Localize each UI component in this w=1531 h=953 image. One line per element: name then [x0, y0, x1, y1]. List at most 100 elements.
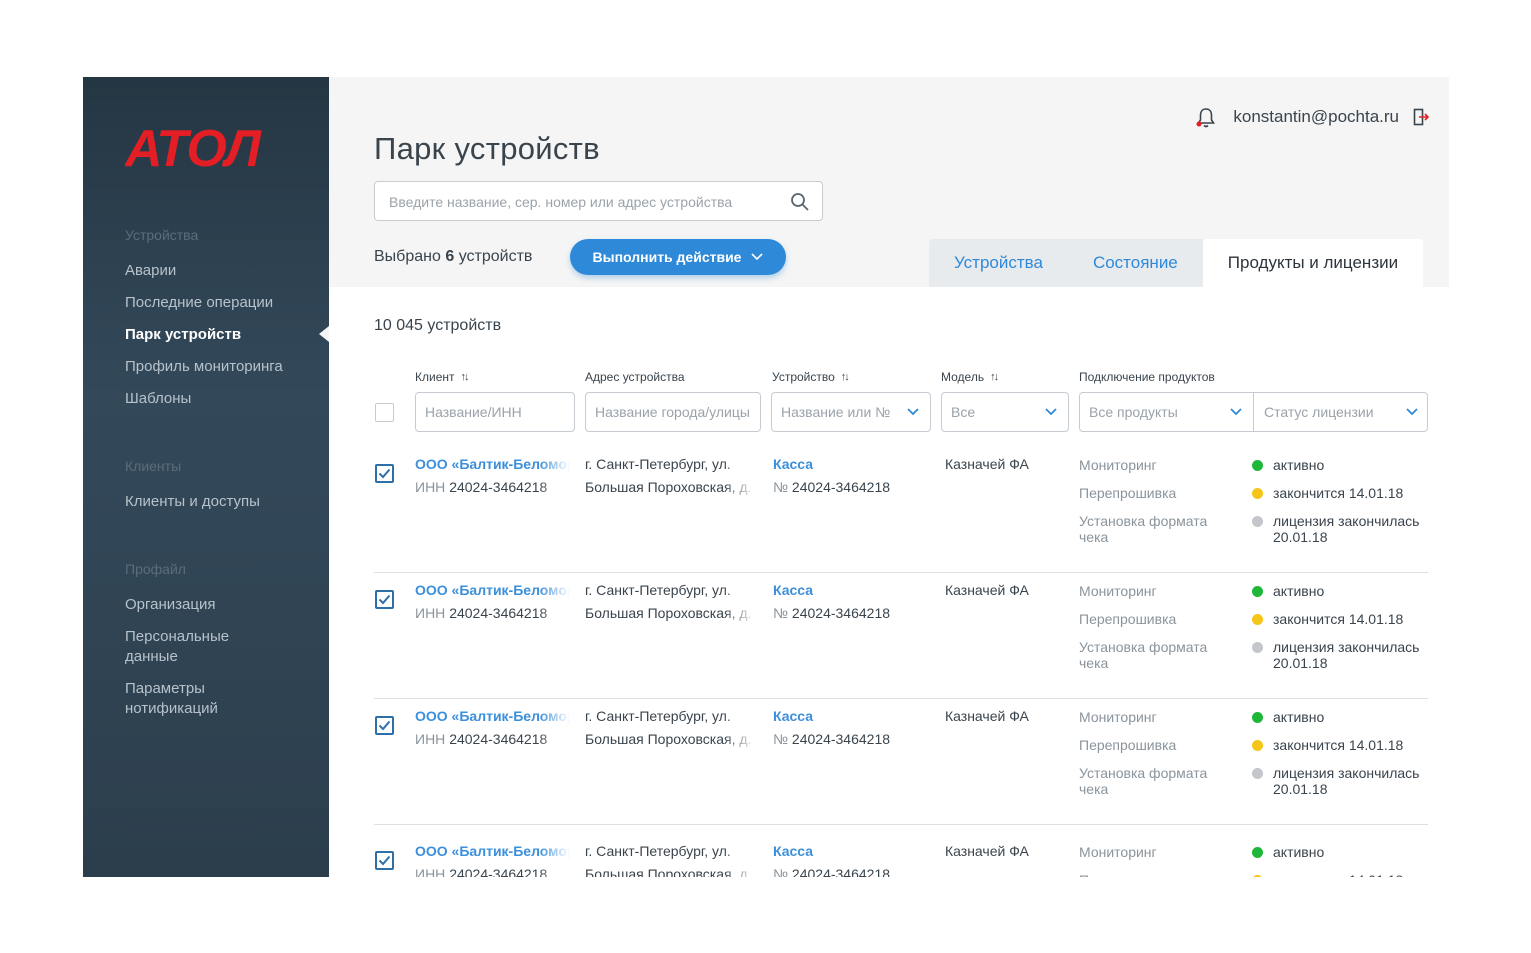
select-all-checkbox[interactable] [375, 403, 394, 422]
client-name-link[interactable]: ООО «Балтик-Беломорье» [415, 579, 570, 602]
nav-item-device-park[interactable]: Парк устройств [125, 325, 241, 345]
license-status: лицензия закончилась 20.01.18 [1273, 639, 1420, 671]
address-filter-input[interactable]: Название города/улицы [585, 392, 761, 432]
nav-item-monitoring-profile[interactable]: Профиль мониторинга [125, 357, 283, 377]
product-name: Перепрошивка [1079, 485, 1177, 501]
license-status: активно [1273, 844, 1325, 860]
nav-item-organization[interactable]: Организация [125, 595, 215, 615]
nav-item-last-operations[interactable]: Последние операции [125, 293, 273, 313]
tab-devices[interactable]: Устройства [929, 239, 1068, 287]
nav-item-alarms[interactable]: Аварии [125, 261, 176, 281]
search-icon[interactable] [790, 192, 810, 212]
status-dot-icon [1252, 847, 1263, 858]
client-name-link[interactable]: ООО «Балтик-Беломорье» [415, 453, 570, 476]
perform-action-button[interactable]: Выполнить действие [570, 239, 786, 275]
inn-value: 24024-3464218 [449, 866, 548, 877]
status-dot-icon [1252, 614, 1263, 625]
table-row[interactable]: ООО «Балтик-Беломорье» ИНН 24024-3464218 г… [374, 573, 1428, 699]
license-status: закончится 14.01.18 [1273, 737, 1404, 753]
inn-label: ИНН [415, 479, 446, 495]
app-frame: АТОЛ Устройства Аварии Последние операци… [83, 77, 1449, 877]
row-checkbox[interactable] [375, 851, 394, 870]
view-tabs: Устройства Состояние Продукты и лицензии [929, 239, 1424, 287]
table-row[interactable]: ООО «Балтик-Беломорье» ИНН 24024-3464218 г… [374, 447, 1428, 573]
status-dot-icon [1252, 768, 1263, 779]
product-name: Мониторинг [1079, 457, 1157, 473]
inn-label: ИНН [415, 605, 446, 621]
row-checkbox[interactable] [375, 590, 394, 609]
license-status: закончится 14.01.18 [1273, 611, 1404, 627]
products-filter-select[interactable]: Все продукты [1080, 393, 1254, 431]
column-header-device[interactable]: Устройство ↑↓ [772, 370, 850, 384]
client-name-link[interactable]: ООО «Балтик-Беломорье» [415, 840, 570, 863]
chevron-down-icon [907, 408, 919, 416]
device-number: 24024-3464218 [791, 866, 891, 877]
device-filter-input[interactable]: Название или № [771, 392, 931, 432]
tab-status[interactable]: Состояние [1068, 239, 1203, 287]
sidebar: АТОЛ Устройства Аварии Последние операци… [83, 77, 329, 877]
model-cell: Казначей ФА [945, 582, 1029, 598]
address-line-2: Большая Пороховская, д. [585, 731, 752, 747]
address-line-1: г. Санкт-Петербург, ул. [585, 708, 731, 724]
device-cell: Касса № 24024-3464218 [773, 840, 890, 877]
device-link[interactable]: Касса [773, 840, 890, 863]
device-link[interactable]: Касса [773, 705, 890, 728]
search-input[interactable] [389, 191, 769, 213]
chevron-down-icon [1045, 408, 1057, 416]
column-header-model[interactable]: Модель ↑↓ [941, 370, 999, 384]
chevron-down-icon [1230, 408, 1242, 416]
sort-icon[interactable]: ↑↓ [990, 371, 999, 383]
logout-icon[interactable] [1413, 108, 1429, 126]
license-status: закончится 14.01.18 [1273, 872, 1428, 877]
nav-item-personal-data[interactable]: Персональные данные [125, 627, 255, 667]
product-name: Мониторинг [1079, 709, 1157, 725]
license-status: лицензия закончилась 20.01.18 [1273, 765, 1420, 797]
device-cell: Касса № 24024-3464218 [773, 705, 890, 751]
table-row[interactable]: ООО «Балтик-Беломорье» ИНН 24024-3464218 г… [374, 699, 1428, 825]
number-label: № [773, 479, 789, 495]
product-name: Установка формата чека [1079, 639, 1208, 671]
device-number: 24024-3464218 [791, 731, 891, 747]
sort-icon[interactable]: ↑↓ [841, 371, 850, 383]
address-cell: г. Санкт-Петербург, ул. Большая Пороховск… [585, 453, 757, 499]
tab-products-licenses[interactable]: Продукты и лицензии [1202, 239, 1424, 287]
product-name: Установка формата чека [1079, 513, 1208, 545]
row-checkbox[interactable] [375, 464, 394, 483]
status-dot-icon [1252, 712, 1263, 723]
address-line-1: г. Санкт-Петербург, ул. [585, 456, 731, 472]
status-dot-icon [1252, 488, 1263, 499]
number-label: № [773, 866, 789, 877]
column-header-client[interactable]: Клиент ↑↓ [415, 370, 470, 384]
nav-item-notification-params[interactable]: Параметры нотификаций [125, 679, 255, 719]
status-dot-icon [1252, 586, 1263, 597]
license-status-filter-select[interactable]: Статус лицензии [1255, 393, 1427, 431]
address-cell: г. Санкт-Петербург, ул. Большая Пороховск… [585, 705, 757, 751]
nav-item-templates[interactable]: Шаблоны [125, 389, 191, 409]
product-name: Мониторинг [1079, 583, 1157, 599]
address-line-2: Большая Пороховская, д. [585, 605, 752, 621]
chevron-down-icon [751, 253, 764, 261]
device-link[interactable]: Касса [773, 579, 890, 602]
atol-logo: АТОЛ [125, 122, 263, 170]
bell-icon[interactable] [1196, 107, 1216, 129]
row-checkbox[interactable] [375, 716, 394, 735]
product-name: Мониторинг [1079, 844, 1157, 860]
user-email[interactable]: konstantin@pochta.ru [1233, 107, 1399, 127]
model-filter-select[interactable]: Все [941, 392, 1069, 432]
client-cell: ООО «Балтик-Беломорье» ИНН 24024-3464218 [415, 579, 570, 625]
model-cell: Казначей ФА [945, 708, 1029, 724]
license-status: активно [1273, 583, 1325, 599]
nav-section-devices: Устройства [125, 227, 199, 243]
device-link[interactable]: Касса [773, 453, 890, 476]
sort-icon[interactable]: ↑↓ [461, 371, 470, 383]
inn-label: ИНН [415, 731, 446, 747]
table-row[interactable]: ООО «Балтик-Беломорье» ИНН 24024-3464218 г… [374, 834, 1428, 877]
nav-item-clients-access[interactable]: Клиенты и доступы [125, 492, 260, 512]
client-filter-input[interactable]: Название/ИНН [415, 392, 575, 432]
client-name-link[interactable]: ООО «Балтик-Беломорье» [415, 705, 570, 728]
status-dot-icon [1252, 740, 1263, 751]
model-cell: Казначей ФА [945, 843, 1029, 859]
device-number: 24024-3464218 [791, 605, 891, 621]
address-line-2: Большая Пороховская, д. [585, 866, 752, 877]
license-status: активно [1273, 709, 1325, 725]
